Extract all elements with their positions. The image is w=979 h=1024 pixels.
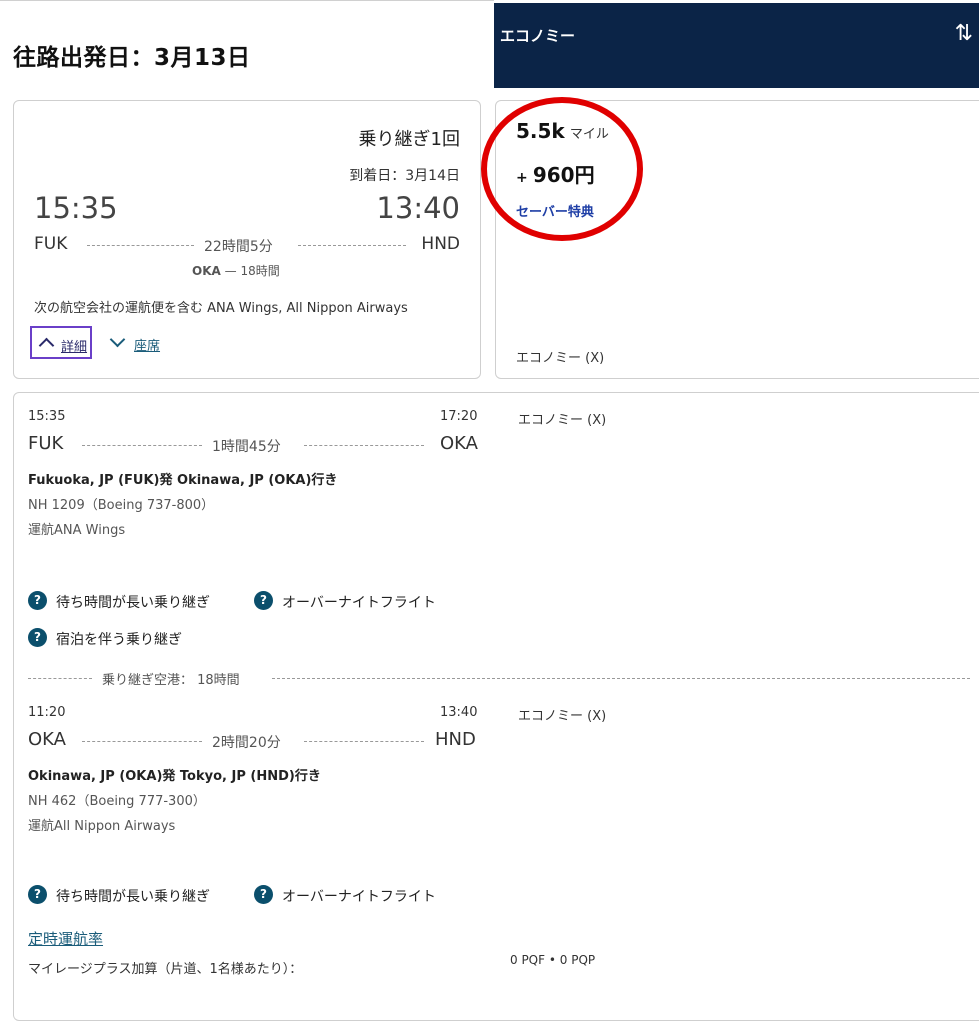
- segment-arrive-time: 13:40: [440, 705, 478, 720]
- top-divider: [0, 0, 494, 1]
- notice-overnight: オーバーナイトフライト: [282, 595, 436, 611]
- notice-long-layover: 待ち時間が長い乗り継ぎ: [56, 595, 210, 611]
- segment-line-right: [304, 445, 424, 446]
- help-icon[interactable]: ?: [254, 885, 273, 904]
- segment-operator: 運航ANA Wings: [28, 523, 126, 538]
- help-icon[interactable]: ?: [28, 591, 47, 610]
- segment-depart-time: 15:35: [28, 409, 66, 424]
- destination-code: HND: [421, 234, 460, 254]
- arrival-date: 到着日：3月14日: [349, 168, 460, 184]
- notice-overnight: オーバーナイトフライト: [282, 889, 436, 905]
- flight-details-card: 15:35 17:20 エコノミー (X) FUK 1時間45分 OKA Fuk…: [13, 392, 979, 1021]
- arrive-time: 13:40: [376, 191, 460, 225]
- segment-line-right: [304, 741, 424, 742]
- segment-origin: OKA: [28, 729, 66, 750]
- details-link[interactable]: 詳細: [61, 336, 87, 355]
- segment-destination: OKA: [440, 433, 478, 454]
- segment-duration: 2時間20分: [212, 735, 281, 751]
- notice-overnight-layover: 宿泊を伴う乗り継ぎ: [56, 632, 182, 648]
- segment-cabin: エコノミー (X): [518, 709, 607, 724]
- flight-summary-card[interactable]: 乗り継ぎ1回 到着日：3月14日 15:35 13:40 FUK 22時間5分 …: [13, 100, 481, 379]
- connection-info: OKA — 18時間: [192, 262, 280, 279]
- on-time-performance-link[interactable]: 定時運航率: [28, 928, 103, 949]
- help-icon[interactable]: ?: [28, 885, 47, 904]
- pqp-value: 0 PQP: [559, 953, 596, 967]
- pq-values: 0 PQF • 0 PQP: [510, 953, 595, 967]
- connection-duration: 18時間: [240, 264, 280, 278]
- segment-line-left: [82, 741, 202, 742]
- notice-long-layover: 待ち時間が長い乗り継ぎ: [56, 889, 210, 905]
- segment-destination: HND: [435, 729, 476, 750]
- operated-by: 次の航空会社の運航便を含む ANA Wings, All Nippon Airw…: [34, 301, 408, 316]
- pqf-value: 0 PQF: [510, 953, 546, 967]
- segment-flight: NH 1209（Boeing 737-800）: [28, 498, 215, 513]
- page-title: 往路出発日：3月13日: [13, 45, 251, 71]
- segment-line-left: [82, 445, 202, 446]
- segment-depart-time: 11:20: [28, 705, 66, 720]
- help-icon[interactable]: ?: [254, 591, 273, 610]
- segment-origin: FUK: [28, 433, 64, 454]
- details-toggle[interactable]: 詳細: [30, 326, 92, 359]
- stops-count: 乗り継ぎ1回: [358, 129, 460, 150]
- segment-operator: 運航All Nippon Airways: [28, 819, 176, 834]
- layover-info: 乗り継ぎ空港： 18時間: [102, 673, 240, 688]
- segment-route: Okinawa, JP (OKA)発 Tokyo, JP (HND)行き: [28, 769, 321, 784]
- layover-line-left: [28, 678, 92, 679]
- segment-flight: NH 462（Boeing 777-300）: [28, 794, 206, 809]
- sort-arrows-icon[interactable]: ⇅: [955, 23, 973, 45]
- highlight-circle: [481, 97, 643, 241]
- help-icon[interactable]: ?: [28, 628, 47, 647]
- segment-duration: 1時間45分: [212, 439, 281, 455]
- route-line-right: [298, 245, 406, 246]
- mileage-plus-label: マイレージプラス加算（片道、1名様あたり）：: [28, 962, 303, 977]
- pq-separator: •: [548, 953, 556, 967]
- chevron-down-icon: [109, 331, 126, 348]
- connection-separator: —: [224, 264, 237, 278]
- layover-line-right: [272, 678, 970, 679]
- depart-time: 15:35: [34, 191, 118, 225]
- segment-cabin: エコノミー (X): [518, 413, 607, 428]
- route-line-left: [87, 245, 194, 246]
- origin-code: FUK: [34, 234, 68, 254]
- chevron-up-icon: [38, 337, 55, 354]
- seats-link[interactable]: 座席: [134, 335, 160, 354]
- cabin-header-label: エコノミー: [500, 27, 576, 45]
- connection-code: OKA: [192, 264, 221, 278]
- total-duration: 22時間5分: [204, 239, 273, 255]
- price-cabin: エコノミー (X): [516, 351, 605, 366]
- segment-route: Fukuoka, JP (FUK)発 Okinawa, JP (OKA)行き: [28, 473, 338, 488]
- cabin-header[interactable]: エコノミー ⇅: [494, 3, 979, 88]
- segment-arrive-time: 17:20: [440, 409, 478, 424]
